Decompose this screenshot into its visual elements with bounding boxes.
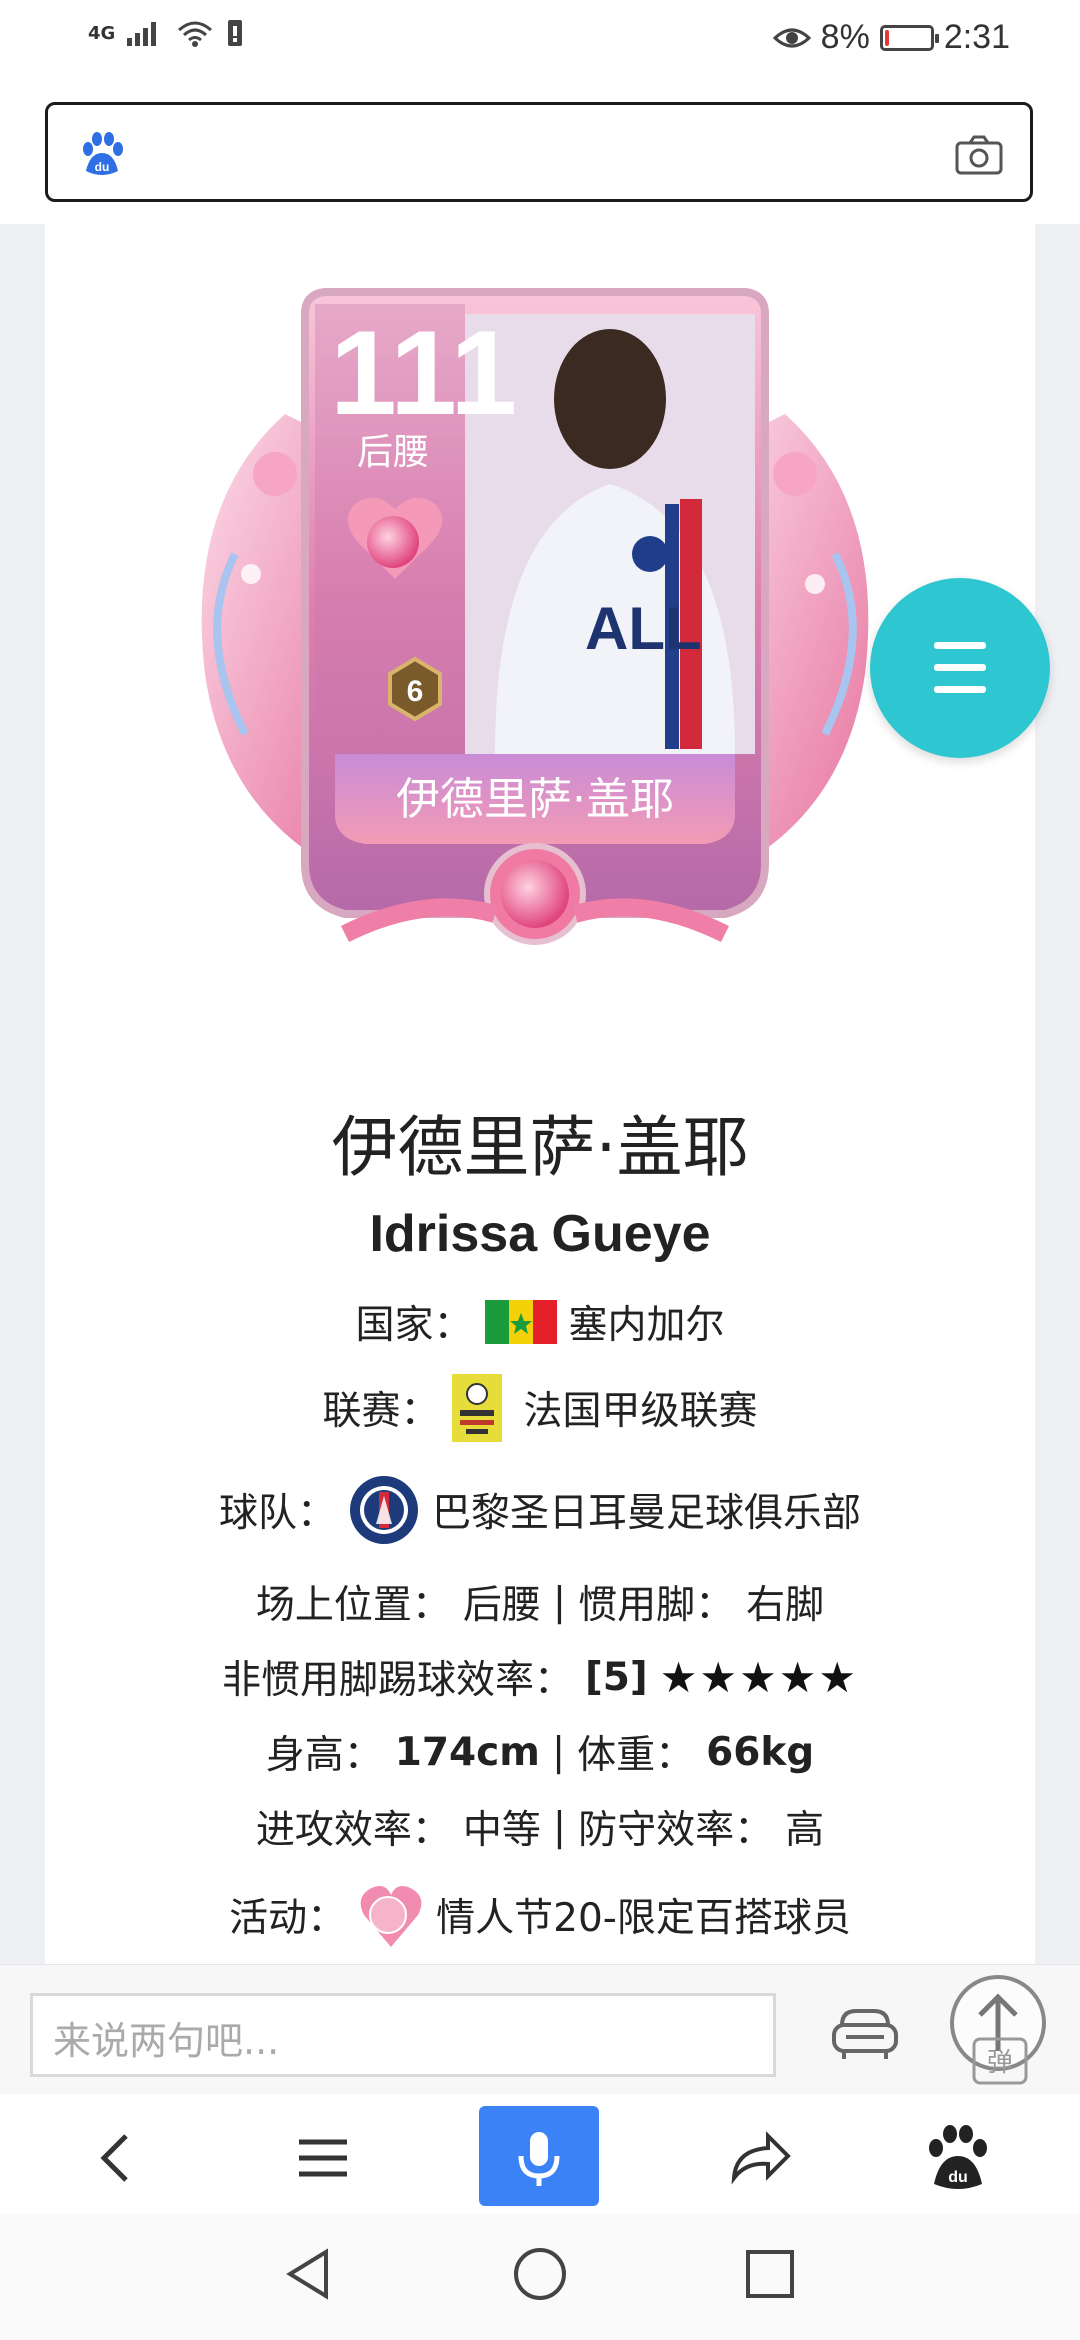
foot-value: 右脚: [746, 1583, 825, 1628]
card-position: 后腰: [357, 432, 429, 473]
weight-value: 66kg: [706, 1729, 815, 1775]
bottom-toolbar: du: [0, 2094, 1080, 2214]
baidu-paw-icon[interactable]: du: [78, 131, 126, 179]
league-label: 联赛：: [322, 1389, 440, 1434]
camera-icon[interactable]: [954, 133, 1004, 177]
svg-text:du: du: [95, 160, 110, 174]
signal-icon: [127, 22, 157, 46]
nav-recents-icon[interactable]: [740, 2244, 800, 2304]
player-name-cn: 伊德里萨·盖耶: [331, 1109, 749, 1186]
event-row: 活动： 情人节20-限定百搭球员: [45, 1879, 1035, 1951]
body-row: 身高： 174cm | 体重： 66kg: [45, 1724, 1035, 1780]
scroll-top-button[interactable]: 弹: [948, 1969, 1080, 2105]
defense-value: 高: [785, 1808, 825, 1853]
menu-icon-bar: [934, 664, 986, 671]
psg-logo-icon: [350, 1476, 418, 1544]
nation-label: 国家：: [355, 1303, 473, 1348]
league-value: 法国甲级联赛: [523, 1389, 758, 1434]
network-label: 4G: [88, 22, 116, 44]
search-input[interactable]: du: [45, 102, 1033, 202]
player-name-en: Idrissa Gueye: [369, 1205, 711, 1263]
weight-label: 体重：: [577, 1733, 695, 1778]
floating-menu-button[interactable]: [870, 578, 1050, 758]
menu-icon-bar: [934, 686, 986, 693]
event-label: 活动：: [229, 1896, 347, 1941]
height-label: 身高：: [265, 1733, 383, 1778]
battery-icon: [879, 24, 939, 51]
notification-icon: [228, 20, 243, 46]
player-card-image: ALL 111 后腰 6 伊德里萨·盖耶: [201, 288, 869, 945]
attack-value: 中等: [462, 1808, 541, 1853]
microphone-icon: [518, 2132, 560, 2186]
team-row: 球队： 巴黎圣日耳曼足球俱乐部: [45, 1474, 1035, 1546]
wifi-icon: [178, 21, 213, 47]
status-right: 8% 2:31: [772, 18, 1010, 57]
sofa-icon[interactable]: [830, 2003, 900, 2063]
weak-foot-row: 非惯用脚踢球效率： [5] ★★★★★: [45, 1649, 1035, 1705]
svg-text:ALL: ALL: [585, 595, 702, 662]
team-label: 球队：: [218, 1491, 336, 1536]
eye-comfort-icon: [772, 28, 811, 47]
separator: |: [552, 1804, 567, 1850]
defense-label: 防守效率：: [578, 1808, 774, 1853]
foot-label: 惯用脚：: [578, 1583, 735, 1628]
svg-text:du: du: [948, 2169, 968, 2186]
position-row: 场上位置： 后腰 | 惯用脚： 右脚: [45, 1574, 1035, 1630]
share-icon[interactable]: [718, 2118, 798, 2198]
card-name: 伊德里萨·盖耶: [396, 774, 674, 825]
nav-home-icon[interactable]: [510, 2244, 570, 2304]
voice-search-button[interactable]: [479, 2106, 599, 2206]
position-value: 后腰: [462, 1583, 541, 1628]
separator: |: [552, 1579, 567, 1625]
baidu-home-icon[interactable]: du: [918, 2118, 998, 2198]
league-row: 联赛： 法国甲级联赛: [45, 1374, 1035, 1442]
card-level: 6: [407, 675, 424, 708]
danmu-label: 弹: [987, 2048, 1013, 2078]
weak-foot-label: 非惯用脚踢球效率：: [221, 1658, 573, 1703]
position-label: 场上位置：: [255, 1583, 451, 1628]
nation-value: 塞内加尔: [568, 1303, 725, 1348]
search-header: du: [0, 84, 1080, 224]
nav-back-icon[interactable]: [280, 2244, 340, 2304]
weak-foot-value: [5]: [584, 1654, 648, 1700]
nation-row: 国家： 塞内加尔: [45, 1294, 1035, 1350]
team-value: 巴黎圣日耳曼足球俱乐部: [432, 1491, 862, 1536]
system-navigation: [0, 2214, 1080, 2340]
weak-foot-stars: ★★★★★: [659, 1652, 859, 1702]
separator: |: [551, 1729, 566, 1775]
senegal-flag-icon: [484, 1300, 557, 1344]
status-bar: 4G 8% 2:31: [0, 0, 1080, 84]
event-value: 情人节20-限定百搭球员: [436, 1896, 851, 1941]
player-detail: ALL 111 后腰 6 伊德里萨·盖耶 Idrissa Gueye 伊德里萨·…: [45, 224, 1035, 1964]
status-left: 4G: [88, 18, 245, 48]
back-icon[interactable]: [78, 2118, 158, 2198]
efficiency-row: 进攻效率： 中等 | 防守效率：高: [45, 1799, 1035, 1855]
menu-icon: [934, 642, 986, 649]
attack-label: 进攻效率：: [255, 1808, 451, 1853]
height-value: 174cm: [394, 1729, 540, 1775]
clock: 2:31: [943, 18, 1010, 56]
ligue1-logo-icon: [451, 1374, 502, 1442]
comment-input[interactable]: 来说两句吧...: [30, 1993, 776, 2077]
card-rating: 111: [330, 306, 517, 440]
menu-list-icon[interactable]: [283, 2118, 363, 2198]
battery-percent: 8%: [820, 18, 870, 56]
arrow-up-icon: 弹: [950, 1975, 1046, 2085]
heart-ball-icon: [360, 1886, 422, 1947]
comment-bar: 来说两句吧... 弹: [0, 1964, 1080, 2095]
